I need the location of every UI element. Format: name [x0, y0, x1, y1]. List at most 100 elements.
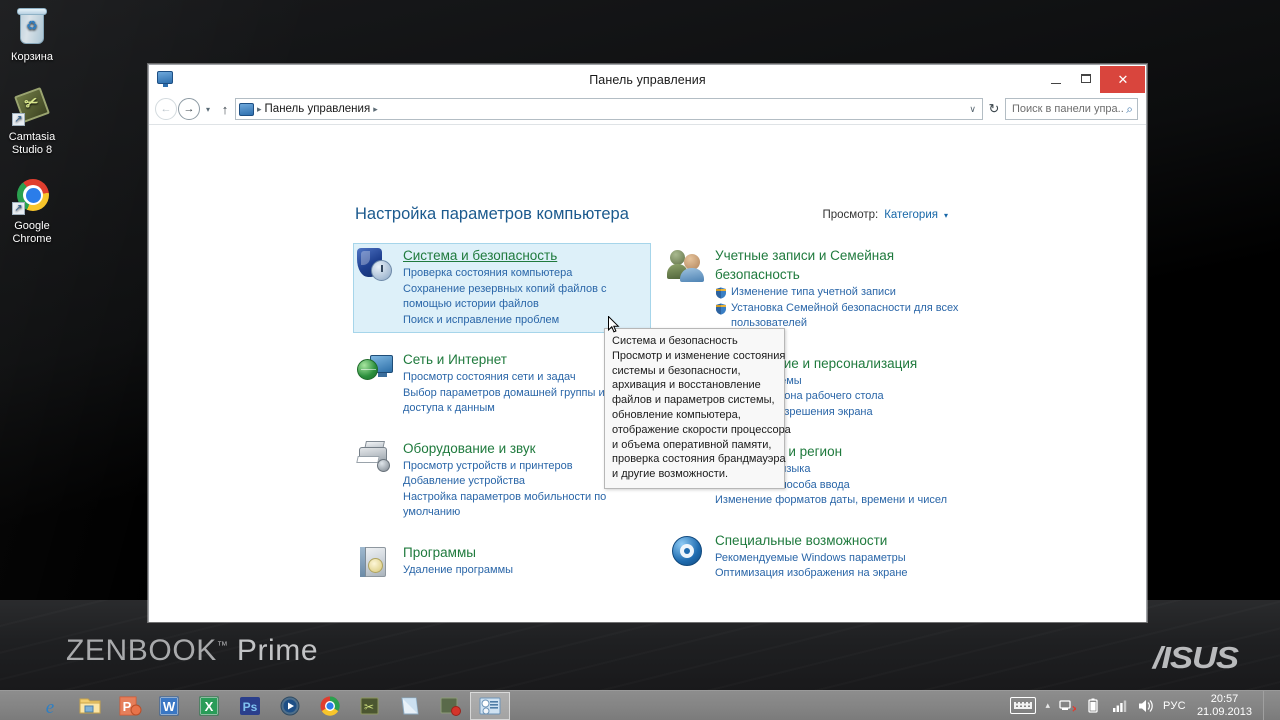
back-button[interactable]: ← — [155, 98, 177, 120]
taskbar-item-notepad[interactable] — [390, 692, 430, 720]
category-link[interactable]: Изменение форматов даты, времени и чисел — [715, 493, 959, 509]
svg-text:Ps: Ps — [243, 700, 258, 714]
photoshop-icon: Ps — [238, 695, 262, 717]
media-player-icon — [278, 695, 302, 717]
clock-time: 20:57 — [1210, 692, 1239, 705]
svg-text:e: e — [46, 697, 54, 717]
language-indicator[interactable]: РУС — [1163, 700, 1186, 712]
category-link[interactable]: умолчанию — [403, 505, 647, 521]
tooltip-line: Просмотр и изменение состояния — [612, 349, 786, 362]
category-link[interactable]: Изменение типа учетной записи — [715, 285, 959, 301]
keyboard-icon[interactable] — [1010, 697, 1037, 714]
user-accounts-icon — [667, 247, 705, 285]
app-dark-icon — [438, 695, 462, 717]
category-link[interactable]: Сохранение резервных копий файлов с — [403, 282, 647, 298]
notepad-icon — [398, 695, 422, 717]
close-button[interactable]: ✕ — [1100, 66, 1145, 93]
taskbar-item-control-panel[interactable] — [470, 691, 510, 720]
minimize-button[interactable] — [1040, 65, 1070, 92]
trademark-symbol: ™ — [216, 640, 228, 652]
refresh-button[interactable]: ↻ — [984, 101, 1004, 117]
taskbar-item-internet-explorer[interactable]: e — [30, 692, 70, 720]
taskbar-item-excel[interactable]: X — [190, 692, 230, 720]
maximize-button[interactable] — [1070, 65, 1100, 92]
taskbar-item-camtasia[interactable]: ✂ — [350, 692, 390, 720]
search-icon: ⌕ — [1126, 101, 1133, 116]
tooltip-line: файлов и параметров системы, — [612, 394, 775, 407]
page-title: Настройка параметров компьютера — [355, 205, 629, 223]
desktop-icon-label-2: Studio 8 — [11, 144, 53, 156]
camtasia-icon: ✂ ↗ — [12, 86, 52, 126]
show-desktop-button[interactable] — [1263, 690, 1271, 720]
forward-button[interactable]: → — [178, 98, 200, 120]
category-title[interactable]: Система и безопасность — [403, 247, 647, 264]
desktop-icon-chrome[interactable]: ↗ Google Chrome — [0, 175, 74, 246]
address-bar: ← → ▾ ↑ ▸ Панель управления ▸ ∨ ↻ Поиск … — [149, 94, 1146, 124]
breadcrumb-separator-icon-2[interactable]: ▸ — [373, 104, 378, 115]
view-by-label: Просмотр: — [822, 209, 879, 221]
ease-of-access-icon — [669, 532, 705, 570]
tooltip-line: и объема оперативной памяти, — [612, 438, 772, 451]
desktop-icon-label-2: Chrome — [12, 233, 52, 245]
recycle-bin-icon: ♻ — [12, 6, 52, 46]
up-button[interactable]: ↑ — [216, 102, 234, 117]
taskbar-item-powerpoint[interactable]: P — [110, 692, 150, 720]
window-controls: ✕ — [1040, 65, 1146, 94]
internet-explorer-icon: e — [38, 695, 62, 718]
breadcrumb-item-control-panel[interactable]: Панель управления — [265, 103, 371, 115]
chrome-icon: ↗ — [12, 175, 52, 215]
asus-logo: /ISUS — [1152, 640, 1239, 675]
taskbar-item-chrome[interactable] — [310, 692, 350, 720]
hardware-and-sound-icon — [356, 440, 393, 478]
tooltip-line: проверка состояния брандмауэра — [612, 453, 786, 466]
control-panel-icon — [157, 71, 173, 87]
uac-shield-icon — [715, 287, 727, 299]
window-titlebar[interactable]: Панель управления ✕ — [149, 65, 1146, 94]
svg-text:✂: ✂ — [364, 700, 374, 714]
taskbar-item-media-player[interactable] — [270, 692, 310, 720]
category-title[interactable]: Учетные записи и Семейная — [715, 247, 959, 264]
taskbar-item-word[interactable]: W — [150, 692, 190, 720]
network-error-icon[interactable]: ✕ — [1059, 697, 1079, 714]
category-title-line2[interactable]: безопасность — [715, 266, 959, 283]
category-title[interactable]: Программы — [403, 544, 647, 561]
category-link[interactable]: Поиск и исправление проблем — [403, 313, 647, 329]
svg-text:P: P — [123, 699, 132, 714]
category-link[interactable]: Настройка параметров мобильности по — [403, 490, 647, 506]
category-link[interactable]: Удаление программы — [403, 563, 647, 579]
desktop-icon-camtasia[interactable]: ✂ ↗ Camtasia Studio 8 — [0, 86, 74, 157]
category-system-and-security[interactable]: Система и безопасность Проверка состояни… — [353, 243, 651, 333]
view-by-value[interactable]: Категория — [884, 209, 938, 221]
taskbar-item-file-explorer[interactable] — [70, 692, 110, 720]
category-user-accounts-and-family-safety[interactable]: Учетные записи и Семейная безопасность И… — [665, 243, 963, 337]
category-link[interactable]: Проверка состояния компьютера — [403, 266, 647, 282]
chevron-down-icon[interactable]: ▾ — [944, 211, 948, 220]
category-link[interactable]: помощью истории файлов — [403, 297, 647, 313]
category-link[interactable]: Установка Семейной безопасности для всех — [715, 301, 959, 317]
zenbook-text: ZENBOOK — [66, 634, 217, 667]
system-tray: ▴ ✕ РУС 20:57 21.09.2013 — [1010, 690, 1280, 720]
breadcrumb-dropdown-icon[interactable]: ∨ — [965, 104, 980, 115]
taskbar-item-photoshop[interactable]: Ps — [230, 692, 270, 720]
taskbar-item-app-dark[interactable] — [430, 692, 470, 720]
category-ease-of-access[interactable]: Специальные возможности Рекомендуемые Wi… — [665, 528, 963, 587]
clock[interactable]: 20:57 21.09.2013 — [1195, 693, 1254, 719]
show-hidden-icons-button[interactable]: ▴ — [1045, 700, 1050, 711]
desktop-icon-recycle-bin[interactable]: ♻ Корзина — [0, 6, 74, 64]
taskbar-apps: e P W X Ps ✂ — [0, 691, 510, 720]
recent-locations-caret-icon[interactable]: ▾ — [201, 105, 215, 114]
svg-text:X: X — [205, 699, 214, 714]
shortcut-arrow-icon: ↗ — [12, 202, 25, 215]
chrome-icon — [318, 695, 342, 717]
battery-icon[interactable] — [1085, 697, 1102, 714]
signal-icon[interactable] — [1111, 697, 1128, 714]
search-input[interactable]: Поиск в панели упра... ⌕ — [1005, 98, 1138, 120]
tooltip-line: Система и безопасность — [612, 335, 738, 347]
folder-icon — [78, 695, 102, 717]
category-link[interactable]: Оптимизация изображения на экране — [715, 566, 959, 582]
category-link[interactable]: Рекомендуемые Windows параметры — [715, 551, 959, 567]
category-title[interactable]: Специальные возможности — [715, 532, 959, 549]
volume-icon[interactable] — [1137, 697, 1154, 714]
breadcrumb-bar[interactable]: ▸ Панель управления ▸ ∨ — [235, 98, 983, 120]
category-programs[interactable]: Программы Удаление программы — [353, 540, 651, 587]
